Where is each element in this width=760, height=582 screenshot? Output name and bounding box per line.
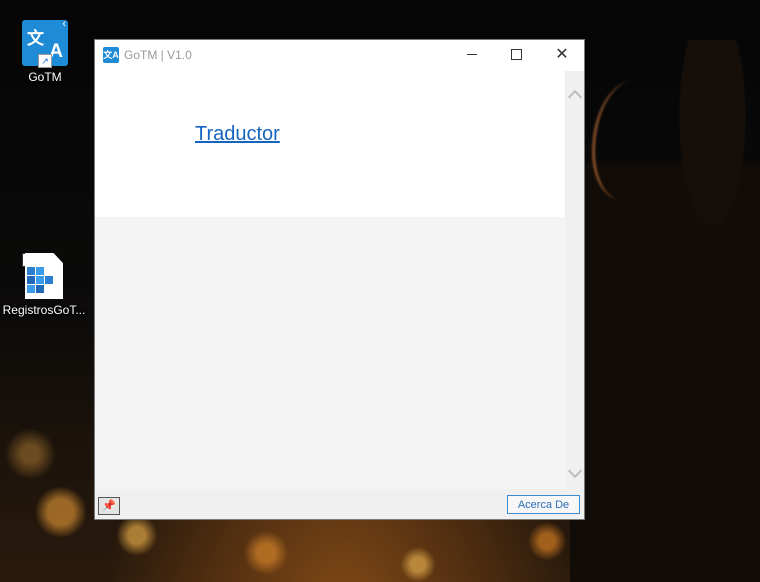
- scroll-down-button[interactable]: [565, 463, 584, 483]
- desktop-icon-label: GoTM: [28, 70, 62, 84]
- scroll-up-button[interactable]: [565, 85, 584, 105]
- status-bar: 📌 Acerca De: [95, 489, 584, 519]
- pin-icon: 📌: [102, 500, 116, 512]
- chevron-down-icon: [567, 463, 582, 479]
- vertical-scrollbar[interactable]: [565, 71, 584, 489]
- maximize-icon: [510, 49, 522, 60]
- translate-app-icon: 文 A ‹ ↗: [22, 18, 68, 68]
- desktop-icon-registros[interactable]: ✓ RegistrosGoT...: [0, 253, 88, 317]
- title-bar[interactable]: 文A GoTM | V1.0 ✕: [95, 40, 584, 71]
- desktop-icon-label: RegistrosGoT...: [2, 303, 86, 317]
- registry-file-icon: [25, 253, 63, 299]
- close-button[interactable]: ✕: [539, 40, 585, 69]
- window-client-area: Traductor 📌 Acerca De: [95, 71, 584, 519]
- shortcut-arrow-icon: ↗: [38, 54, 52, 68]
- maximize-button[interactable]: [493, 40, 539, 69]
- content-panel: Traductor: [95, 71, 565, 217]
- app-window: 文A GoTM | V1.0 ✕ Traductor 📌 Acerca De: [94, 39, 585, 520]
- minimize-button[interactable]: [449, 40, 495, 69]
- window-title: GoTM | V1.0: [124, 48, 192, 62]
- about-button[interactable]: Acerca De: [507, 495, 580, 514]
- traductor-link[interactable]: Traductor: [195, 123, 280, 146]
- pin-button[interactable]: 📌: [98, 497, 120, 515]
- chevron-up-icon: [567, 89, 582, 105]
- desktop-icon-gotm[interactable]: 文 A ‹ ↗ GoTM: [5, 18, 85, 84]
- minimize-icon: [467, 54, 477, 55]
- close-icon: ✕: [555, 45, 569, 63]
- translate-app-icon: 文A: [103, 47, 119, 63]
